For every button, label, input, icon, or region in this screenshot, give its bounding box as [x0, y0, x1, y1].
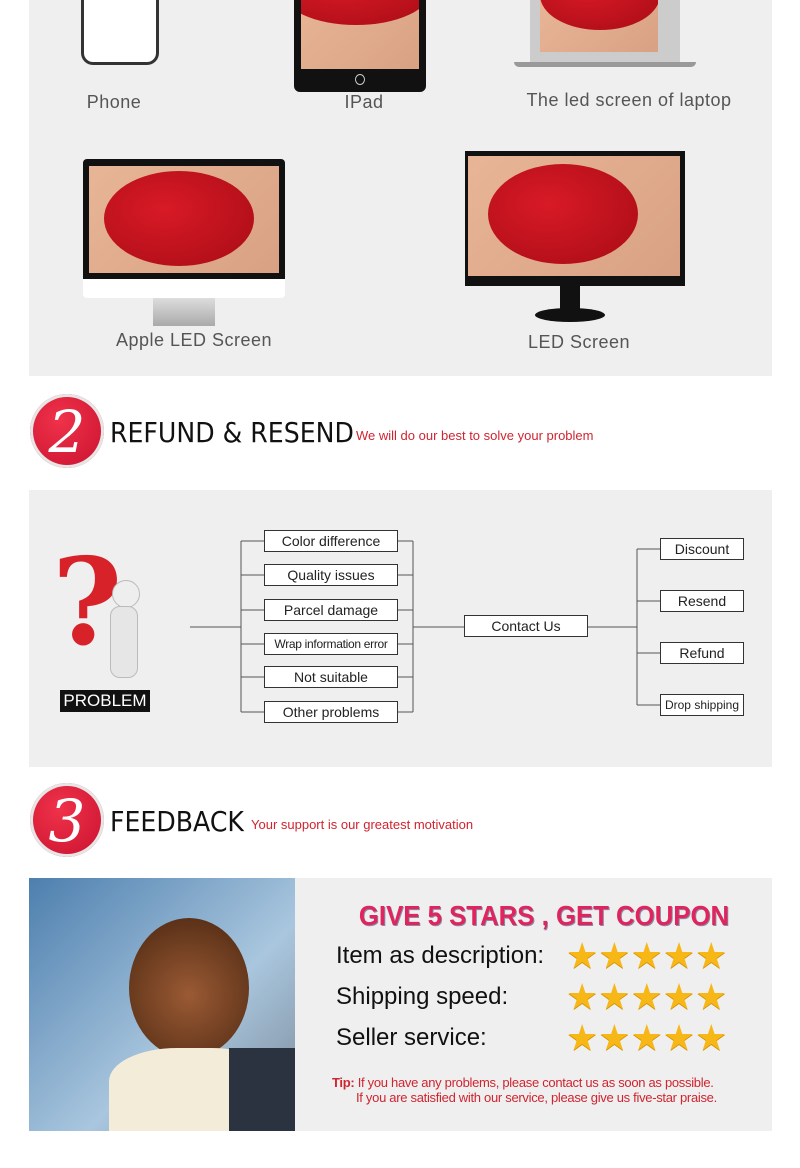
star-icon: ★	[695, 976, 728, 1017]
section-number: 3	[48, 787, 86, 855]
rating-stars: ★★★★★	[566, 977, 727, 1017]
section-title: FEEDBACK	[110, 805, 244, 838]
star-icon: ★	[695, 935, 728, 976]
problem-quality-issues: Quality issues	[264, 564, 398, 586]
problem-not-suitable: Not suitable	[264, 666, 398, 688]
section-subtitle: Your support is our greatest motivation	[251, 817, 474, 832]
star-icon: ★	[598, 976, 631, 1017]
star-icon: ★	[662, 935, 696, 976]
star-icon: ★	[630, 976, 663, 1017]
support-agent-photo	[29, 878, 295, 1131]
problem-color-difference: Color difference	[264, 530, 398, 552]
star-icon: ★	[695, 1017, 728, 1058]
solution-refund: Refund	[660, 642, 744, 664]
problem-label: PROBLEM	[60, 690, 150, 712]
rating-label: Shipping speed:	[336, 983, 509, 1010]
solution-discount: Discount	[660, 538, 744, 560]
rating-label: Seller service:	[336, 1024, 487, 1051]
contact-us-box: Contact Us	[464, 615, 588, 637]
rating-stars: ★★★★★	[566, 1018, 727, 1058]
star-icon: ★	[566, 976, 599, 1017]
solution-resend: Resend	[660, 590, 744, 612]
tip-text: Tip: If you have any problems, please co…	[332, 1075, 717, 1105]
problem-parcel-damage: Parcel damage	[264, 599, 398, 621]
star-icon: ★	[662, 976, 696, 1017]
star-icon: ★	[598, 1017, 631, 1058]
solution-drop-shipping: Drop shipping	[660, 694, 744, 716]
star-icon: ★	[630, 1017, 663, 1058]
question-mark-figure: ?	[50, 532, 150, 690]
star-icon: ★	[630, 935, 663, 976]
rating-label: Item as description:	[336, 942, 545, 969]
problem-other: Other problems	[264, 701, 398, 723]
feedback-panel: GIVE 5 STARS , GET COUPON Item as descri…	[29, 878, 772, 1131]
star-icon: ★	[662, 1017, 696, 1058]
section-number-badge: 3	[30, 783, 104, 857]
tip-line-1: If you have any problems, please contact…	[357, 1075, 714, 1090]
rating-stars: ★★★★★	[566, 936, 727, 976]
star-icon: ★	[566, 1017, 599, 1058]
tip-label: Tip:	[332, 1075, 355, 1090]
feedback-headline: GIVE 5 STARS , GET COUPON	[358, 900, 730, 931]
star-icon: ★	[566, 935, 599, 976]
tip-line-2: If you are satisfied with our service, p…	[356, 1090, 717, 1105]
star-icon: ★	[598, 935, 631, 976]
problem-wrap-info-error: Wrap information error	[264, 633, 398, 655]
